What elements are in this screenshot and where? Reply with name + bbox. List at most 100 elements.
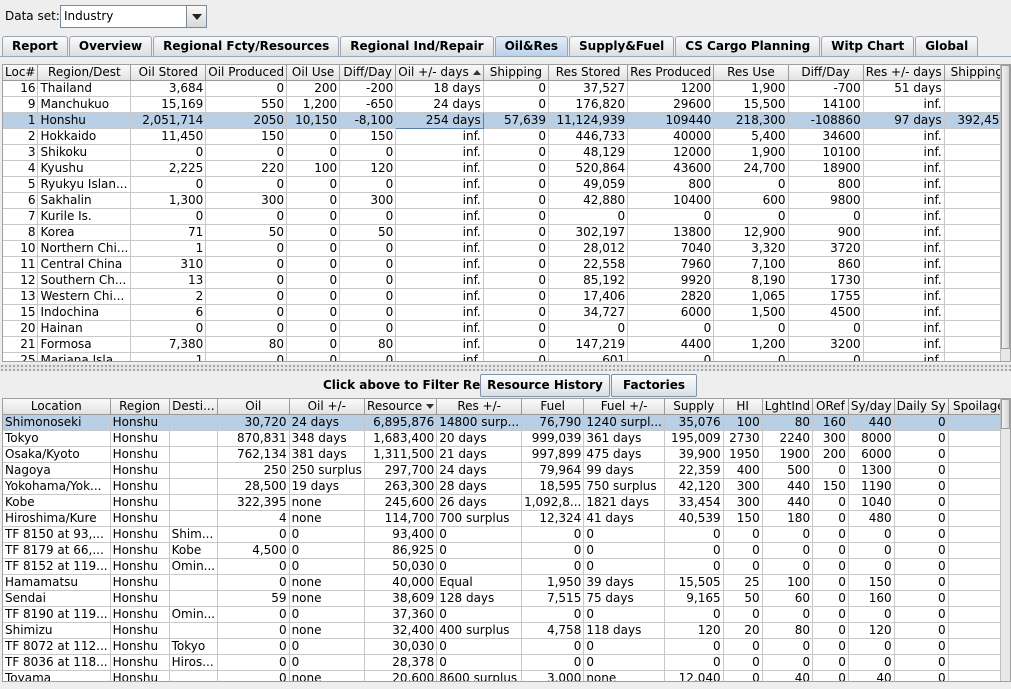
column-header-res-stored-8[interactable]: Res Stored <box>548 65 629 81</box>
table-row[interactable]: Nagoya Honshu 250 250 surplus 297,700 24 days… <box>3 462 1010 479</box>
table-row[interactable]: 21 Formosa 7,380 80 0 80 inf. 0 147,219 4400 1,200… <box>3 336 1010 353</box>
table-cell: 0 <box>286 240 341 257</box>
tab-global[interactable]: Global <box>915 36 979 57</box>
column-header-fuel-7[interactable]: Fuel <box>521 399 585 415</box>
top-table-scroll-thumb[interactable] <box>1001 65 1010 349</box>
table-cell: 0 <box>762 638 814 655</box>
table-row[interactable]: Hamamatsu Honshu 0 none 40,000 Equal 1,950 39 d… <box>3 574 1010 591</box>
table-row[interactable]: 7Kurile Is.0000inf.00000inf.0 <box>3 208 1010 225</box>
table-row[interactable]: 4 Kyushu 2,225 220 100 120 inf. 0 520,864 43600 24… <box>3 160 1010 177</box>
column-header-region-1[interactable]: Region <box>110 399 170 415</box>
tab-supply-fuel[interactable]: Supply&Fuel <box>569 36 675 57</box>
table-row[interactable]: 9 Manchukuo 15,169 550 1,200 -650 24 days 0 176,… <box>3 96 1010 113</box>
column-header-oil-produced-3[interactable]: Oil Produced <box>205 65 288 81</box>
table-row[interactable]: Shimizu Honshu 0 none 32,400 400 surplus 4,758… <box>3 622 1010 639</box>
table-row[interactable]: Hiroshima/Kure Honshu 4 none 114,700 700 surp… <box>3 510 1010 527</box>
table-cell: 1240 surpl... <box>583 414 665 431</box>
table-row[interactable]: 6 Sakhalin 1,300 300 0 300 inf. 0 42,880 10400 600… <box>3 192 1010 209</box>
column-header-daily-sy-14[interactable]: Daily Sy <box>894 399 949 415</box>
table-cell: inf. <box>863 336 945 353</box>
bottom-table-scrollbar[interactable] <box>1000 399 1010 681</box>
column-header-oil-use-4[interactable]: Oil Use <box>286 65 341 81</box>
table-cell: 0 <box>286 336 341 353</box>
tab-overview[interactable]: Overview <box>68 36 153 57</box>
tab-report[interactable]: Report <box>2 36 68 57</box>
column-header-desti-2[interactable]: Desti... <box>169 399 219 415</box>
column-header-location-0[interactable]: Location <box>3 399 111 415</box>
column-header-diff-day-11[interactable]: Diff/Day <box>788 65 864 81</box>
table-cell: 0 <box>205 304 288 321</box>
table-row[interactable]: Yokohama/Yok... Honshu 28,500 19 days 263,30… <box>3 478 1010 495</box>
column-header-lghtind-11[interactable]: LghtInd <box>762 399 814 415</box>
table-row[interactable]: TF 8072 at 112... Honshu Tokyo 0 0 30,030 0 0 0 0… <box>3 638 1010 655</box>
column-header-diff-day-5[interactable]: Diff/Day <box>339 65 397 81</box>
table-row[interactable]: TF 8179 at 66,... Honshu Kobe 4,500 0 86,925 0… <box>3 542 1010 559</box>
chevron-down-icon[interactable] <box>186 6 206 27</box>
table-cell: Omin... <box>169 558 219 575</box>
table-row[interactable]: 1 Honshu 2,051,714 2050 10,150 -8,100 254 days… <box>3 111 1010 129</box>
tab-cs-cargo-planning[interactable]: CS Cargo Planning <box>675 36 821 57</box>
column-header-oil-stored-2[interactable]: Oil Stored <box>130 65 207 81</box>
factories-button[interactable]: Factories <box>611 374 697 397</box>
tab-witp-chart[interactable]: Witp Chart <box>821 36 915 57</box>
table-cell: 381 days <box>289 446 365 463</box>
table-row[interactable]: Kobe Honshu 322,395 none 245,600 26 days 1,092… <box>3 494 1010 511</box>
tab-regional-ind-repair[interactable]: Regional Ind/Repair <box>340 36 494 57</box>
table-row[interactable]: 15 Indochina 6 0 0 0 inf. 0 34,727 6000 1,500 4500 i… <box>3 304 1010 321</box>
table-row[interactable]: 12 Southern Ch... 13 0 0 0 inf. 0 85,192 9920 8,19… <box>3 272 1010 289</box>
column-header-hi-10[interactable]: HI <box>723 399 763 415</box>
column-header-fuel-8[interactable]: Fuel +/- <box>583 399 665 415</box>
table-row[interactable]: 10 Northern Chi... 1 0 0 0 inf. 0 28,012 7040 3,32… <box>3 240 1010 257</box>
table-cell: 0 <box>483 320 550 337</box>
dataset-select[interactable]: Industry <box>60 5 207 28</box>
column-header-oil-days-6[interactable]: Oil +/- days <box>395 65 484 81</box>
table-row[interactable]: Shimonoseki Honshu 30,720 24 days 6,895,876 1… <box>3 414 1010 431</box>
table-row[interactable]: Osaka/Kyoto Honshu 762,134 381 days 1,311,50… <box>3 446 1010 463</box>
table-row[interactable]: 11 Central China 310 0 0 0 inf. 0 22,558 7960 7,10… <box>3 256 1010 273</box>
table-cell <box>169 622 219 639</box>
column-header-supply-9[interactable]: Supply <box>664 399 724 415</box>
column-header-res-6[interactable]: Res +/- <box>436 399 523 415</box>
table-row[interactable]: TF 8190 at 119... Honshu Omin... 0 0 37,360 0 0… <box>3 606 1010 623</box>
table-cell: 0 <box>788 208 864 225</box>
column-header-res-use-10[interactable]: Res Use <box>713 65 789 81</box>
table-row[interactable]: 3 Shikoku 0 0 0 0 inf. 0 48,129 12000 1,900 10100 in… <box>3 144 1010 161</box>
column-header-sy-day-13[interactable]: Sy/day <box>848 399 895 415</box>
column-header-res-produced-9[interactable]: Res Produced <box>627 65 715 81</box>
column-header-oref-12[interactable]: ORef <box>812 399 849 415</box>
tab-oil-res[interactable]: Oil&Res <box>494 36 569 57</box>
table-cell: 10 <box>3 240 39 257</box>
column-header-oil-3[interactable]: Oil <box>217 399 290 415</box>
table-row[interactable]: 25Mariana Isla...1000inf.0601000inf.0 <box>3 352 1010 361</box>
table-row[interactable]: Sendai Honshu 59 none 38,609 128 days 7,515 75 … <box>3 590 1010 607</box>
column-header-shipping-7[interactable]: Shipping <box>483 65 550 81</box>
split-divider[interactable] <box>0 364 1011 371</box>
table-row[interactable]: TF 8036 at 118... Honshu Hiros... 0 0 28,378 0… <box>3 654 1010 671</box>
resource-history-button[interactable]: Resource History <box>480 374 610 397</box>
table-cell: Honshu <box>110 478 170 495</box>
top-table-scrollbar[interactable] <box>1000 65 1010 361</box>
table-row[interactable]: 2 Hokkaido 11,450 150 0 150 inf. 0 446,733 40000 5… <box>3 128 1010 145</box>
table-row[interactable]: TF 8150 at 93,... Honshu Shim... 0 0 93,400 0 0… <box>3 526 1010 543</box>
table-cell: 0 <box>217 574 290 591</box>
table-row[interactable]: 16 Thailand 3,684 0 200 -200 18 days 0 37,527 120… <box>3 80 1010 97</box>
table-cell: 3720 <box>788 240 864 257</box>
table-row[interactable]: 8 Korea 71 50 0 50 inf. 0 302,197 13800 12,900 900 i… <box>3 224 1010 241</box>
column-header-oil-4[interactable]: Oil +/- <box>289 399 365 415</box>
table-row[interactable]: TF 8152 at 119... Honshu Omin... 0 0 50,030 0 0… <box>3 558 1010 575</box>
table-cell: 0 <box>664 638 724 655</box>
table-row[interactable]: Tokyo Honshu 870,831 348 days 1,683,400 20 da… <box>3 430 1010 447</box>
table-cell: 0 <box>483 304 550 321</box>
table-cell: 0 <box>436 638 523 655</box>
column-header-loc-0[interactable]: Loc# <box>3 65 39 81</box>
tab-regional-fcty-resources[interactable]: Regional Fcty/Resources <box>153 36 340 57</box>
table-row[interactable]: 13 Western Chi... 2 0 0 0 inf. 0 17,406 2820 1,065… <box>3 288 1010 305</box>
column-header-res-days-12[interactable]: Res +/- days <box>863 65 945 81</box>
column-header-region-dest-1[interactable]: Region/Dest <box>37 65 132 81</box>
table-row[interactable]: 5 Ryukyu Islan... 0 0 0 0 inf. 0 49,059 800 0 800 in… <box>3 176 1010 193</box>
bottom-table-scroll-thumb[interactable] <box>1001 399 1010 429</box>
table-row[interactable]: 20Hainan0000inf.00000inf.0 <box>3 320 1010 337</box>
table-row[interactable]: Toyama Honshu 0 none 20,600 8600 surplus 3,000… <box>3 670 1010 681</box>
column-header-resource-5[interactable]: Resource <box>364 399 438 415</box>
column-header-label: Res +/- <box>457 399 501 414</box>
